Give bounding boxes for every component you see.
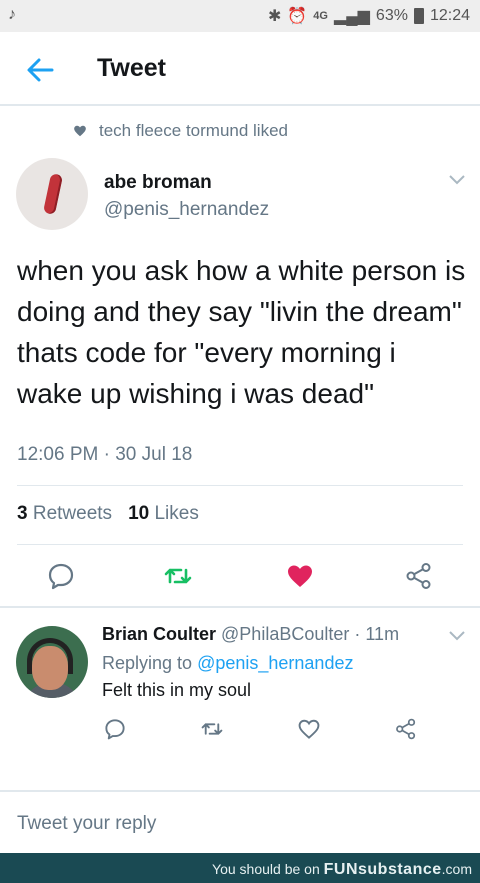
avatar-image <box>42 173 64 215</box>
signal-icon: ▂▄▆ <box>333 8 370 25</box>
share-icon[interactable] <box>395 718 417 740</box>
reply-icon[interactable] <box>104 718 126 740</box>
reply-age: · 11m <box>354 624 400 644</box>
reply-author-handle[interactable]: @PhilaBCoulter <box>221 624 349 644</box>
tweet-stats: 3 Retweets 10 Likes <box>17 503 199 525</box>
reply-composer-input[interactable]: Tweet your reply <box>17 813 156 835</box>
chevron-down-icon[interactable] <box>448 174 466 186</box>
social-context-text[interactable]: tech fleece tormund liked <box>99 121 288 141</box>
battery-level: 63% <box>375 7 408 24</box>
separator <box>0 790 480 792</box>
divider <box>17 485 463 486</box>
retweet-icon[interactable] <box>164 562 192 590</box>
reply-icon[interactable] <box>47 562 75 590</box>
likes-label: Likes <box>154 503 199 524</box>
network-type: 4G <box>313 10 328 22</box>
author-name[interactable]: abe broman <box>104 172 212 194</box>
share-icon[interactable] <box>405 562 433 590</box>
retweets-count: 3 <box>17 503 28 524</box>
clock: 12:24 <box>429 7 470 24</box>
alarm-icon: ⏰ <box>287 8 308 25</box>
social-context: tech fleece tormund liked <box>73 121 288 141</box>
tweet-text: when you ask how a white person is doing… <box>17 255 466 409</box>
replying-to-handle[interactable]: @penis_hernandez <box>197 653 353 673</box>
reply-text: Felt this in my soul <box>102 680 252 700</box>
page-title: Tweet <box>97 54 166 82</box>
top-bar: Tweet <box>0 32 480 106</box>
separator <box>0 606 480 608</box>
heart-icon <box>74 125 86 137</box>
likes-count: 10 <box>128 503 150 524</box>
reply-avatar[interactable] <box>16 626 88 698</box>
watermark-prefix: You should be on <box>212 861 320 877</box>
reply-author-name[interactable]: Brian Coulter <box>102 624 216 644</box>
likes-stat[interactable]: 10 Likes <box>128 503 199 525</box>
watermark-text: You should be on FUNsubstance.com <box>212 861 472 879</box>
watermark-brand: FUNsubstance <box>323 861 442 878</box>
tweet-timestamp[interactable]: 12:06 PM · 30 Jul 18 <box>17 444 192 466</box>
like-icon[interactable] <box>286 562 314 590</box>
watermark-suffix: .com <box>441 861 472 877</box>
replying-to-label: Replying to <box>102 653 193 673</box>
reply-header: Brian Coulter @PhilaBCoulter · 11m <box>102 624 399 645</box>
bluetooth-icon: ✱ <box>267 8 282 25</box>
retweets-stat[interactable]: 3 Retweets <box>17 503 112 525</box>
battery-icon <box>413 8 424 24</box>
status-bar: ♪ ✱ ⏰ 4G ▂▄▆ 63% 12:24 <box>0 0 480 32</box>
author-handle[interactable]: @penis_hernandez <box>104 199 269 221</box>
divider <box>17 544 463 545</box>
replying-to: Replying to @penis_hernandez <box>102 653 353 674</box>
avatar[interactable] <box>16 158 88 230</box>
chevron-down-icon[interactable] <box>448 630 466 642</box>
music-note-icon: ♪ <box>8 6 16 23</box>
retweets-label: Retweets <box>32 503 113 524</box>
avatar-headphones <box>27 638 73 674</box>
watermark-banner: You should be on FUNsubstance.com <box>0 853 480 883</box>
like-icon[interactable] <box>298 718 320 740</box>
back-arrow-icon[interactable] <box>22 52 58 88</box>
retweet-icon[interactable] <box>201 718 223 740</box>
